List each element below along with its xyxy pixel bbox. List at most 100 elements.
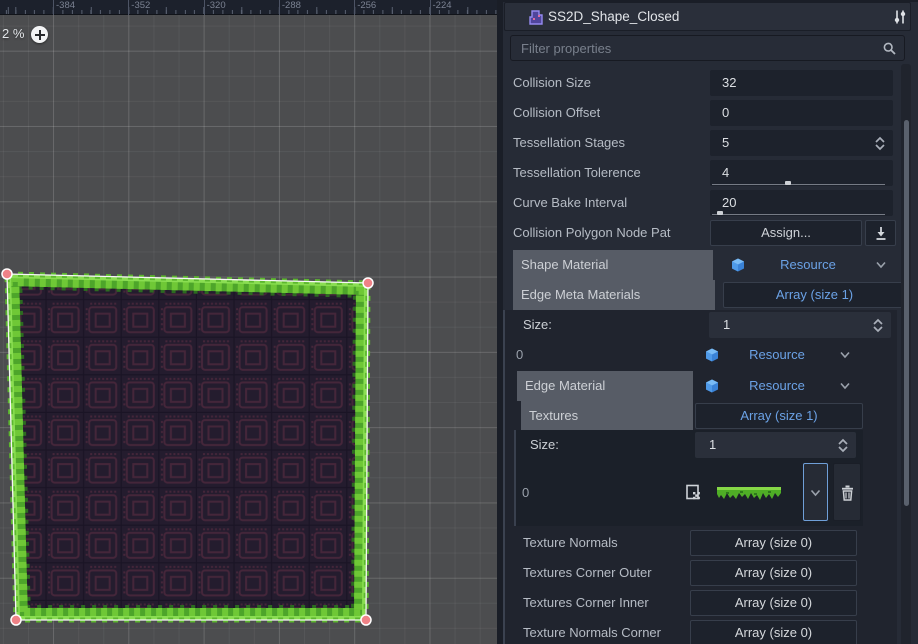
- tune-sliders-icon[interactable]: [892, 9, 908, 25]
- property-row: Curve Bake Interval: [510, 188, 905, 218]
- inspector-scrollbar[interactable]: [901, 64, 911, 644]
- ruler-major-tick: -288: [279, 0, 280, 15]
- tessellation-stages-input[interactable]: [722, 131, 862, 153]
- property-label: Tessellation Stages: [513, 128, 625, 158]
- highlighted-label-cell: Shape Material: [513, 250, 713, 280]
- grass-texture-preview[interactable]: [717, 487, 781, 500]
- slider-track[interactable]: [712, 214, 885, 215]
- texture-normals-corner-array-button[interactable]: Array (size 0): [690, 620, 857, 644]
- property-label: Edge Meta Materials: [513, 280, 715, 310]
- array-size-field[interactable]: 1: [695, 432, 856, 458]
- shape-node-icon: [527, 9, 544, 26]
- smartshape-shape[interactable]: [0, 15, 497, 644]
- array-size-row: Size: 1: [505, 310, 897, 340]
- property-row: Tessellation Tolerence: [510, 158, 905, 188]
- texture-item-row: 0: [516, 460, 863, 526]
- picker-icon: [874, 226, 888, 241]
- canvas-viewport[interactable]: 2 %: [0, 15, 497, 644]
- shape-material-resource-button[interactable]: Resource: [723, 252, 893, 278]
- edge-material-resource-button[interactable]: Resource: [697, 373, 857, 399]
- curve-bake-interval-field[interactable]: [710, 190, 893, 216]
- property-row: Edge Meta Materials Array (size 1): [510, 280, 905, 310]
- property-label: Shape Material: [513, 250, 713, 280]
- edge-meta-item-resource-button[interactable]: Resource: [697, 342, 857, 368]
- chevron-down-icon: [839, 381, 851, 391]
- array-section-textures: Size: 1 0: [514, 430, 863, 526]
- array-item-row: 0 Resource: [505, 340, 897, 371]
- point-handle-top-left[interactable]: [2, 269, 12, 279]
- spinner-updown-icon[interactable]: [873, 136, 887, 151]
- textures-corner-outer-array-button[interactable]: Array (size 0): [690, 560, 857, 586]
- highlighted-label-cell: Edge Material: [517, 371, 693, 401]
- property-row: Textures Corner Outer Array (size 0): [505, 558, 897, 588]
- chevron-down-icon: [809, 488, 822, 498]
- property-label: Texture Normals Corner: [523, 618, 661, 644]
- property-row: Collision Size: [510, 68, 905, 98]
- slider-track[interactable]: [712, 184, 885, 185]
- assign-nodepath-button[interactable]: Assign...: [710, 220, 862, 246]
- property-label: Texture Normals: [523, 528, 618, 558]
- ruler-label: -288: [282, 0, 301, 11]
- ruler-major-tick: -256: [354, 0, 355, 15]
- editor-window: -384 -352 -320 -288 -256 -224 2 %: [0, 0, 918, 644]
- spinner-updown-icon[interactable]: [871, 318, 885, 333]
- property-label: Collision Polygon Node Pat: [513, 218, 671, 248]
- texture-dropdown-button[interactable]: [803, 463, 828, 521]
- ruler-label: -224: [433, 0, 452, 11]
- size-label: Size:: [530, 430, 559, 460]
- filter-properties-input[interactable]: [519, 37, 874, 59]
- point-handle-bottom-right[interactable]: [361, 615, 371, 625]
- resource-value: Resource: [697, 342, 857, 368]
- array-size-value: 1: [723, 312, 730, 338]
- inspector-header: SS2D_Shape_Closed: [504, 2, 911, 31]
- textures-array-button[interactable]: Array (size 1): [695, 403, 863, 429]
- collision-size-field[interactable]: [710, 70, 893, 96]
- chevron-down-icon: [839, 350, 851, 360]
- array-size-field[interactable]: 1: [709, 312, 891, 338]
- trash-icon: [840, 485, 855, 501]
- tessellation-stages-field[interactable]: [710, 130, 893, 156]
- slider-grabber[interactable]: [785, 181, 791, 185]
- property-label: Textures Corner Outer: [523, 558, 652, 588]
- resource-value: Resource: [723, 252, 893, 278]
- scrollbar-grabber[interactable]: [904, 120, 909, 506]
- curve-bake-interval-input[interactable]: [722, 191, 862, 213]
- tessellation-tolerence-input[interactable]: [722, 161, 862, 183]
- nodepath-picker-button[interactable]: [865, 220, 896, 246]
- edge-meta-materials-array-button[interactable]: Array (size 1): [723, 282, 906, 308]
- slider-grabber[interactable]: [717, 211, 723, 215]
- collision-size-input[interactable]: [722, 71, 862, 93]
- ruler-major-tick: -224: [430, 0, 431, 15]
- collision-offset-input[interactable]: [722, 101, 862, 123]
- edit-texture-icon[interactable]: [685, 484, 701, 501]
- property-label: Edge Material: [517, 371, 693, 401]
- property-row: Collision Polygon Node Pat Assign...: [510, 218, 905, 248]
- tessellation-tolerence-field[interactable]: [710, 160, 893, 186]
- ruler-label: -352: [131, 0, 150, 11]
- point-handle-top-right[interactable]: [363, 278, 373, 288]
- ruler-label: -256: [357, 0, 376, 11]
- array-size-value: 1: [709, 432, 716, 458]
- point-handle-bottom-left[interactable]: [11, 615, 21, 625]
- property-label: Curve Bake Interval: [513, 188, 627, 218]
- property-row: Texture Normals Array (size 0): [505, 528, 897, 558]
- texture-normals-array-button[interactable]: Array (size 0): [690, 530, 857, 556]
- array-item-index: 0: [516, 340, 523, 370]
- property-label: Tessellation Tolerence: [513, 158, 641, 188]
- property-row: Tessellation Stages: [510, 128, 905, 158]
- collision-offset-field[interactable]: [710, 100, 893, 126]
- filter-properties-box: [510, 35, 905, 61]
- shape-fill-texture: [7, 274, 368, 620]
- inspected-object-title: SS2D_Shape_Closed: [548, 9, 679, 24]
- property-row: Shape Material Resource: [510, 250, 905, 280]
- textures-corner-inner-array-button[interactable]: Array (size 0): [690, 590, 857, 616]
- delete-texture-button[interactable]: [833, 463, 861, 521]
- spinner-updown-icon[interactable]: [836, 438, 850, 453]
- resource-value: Resource: [697, 373, 857, 399]
- property-row: Textures Array (size 1): [505, 401, 897, 430]
- property-label: Textures Corner Inner: [523, 588, 649, 618]
- horizontal-ruler: -384 -352 -320 -288 -256 -224: [0, 0, 497, 15]
- ruler-label: -384: [56, 0, 75, 11]
- ruler-label: -320: [207, 0, 226, 11]
- property-label: Textures: [521, 401, 693, 431]
